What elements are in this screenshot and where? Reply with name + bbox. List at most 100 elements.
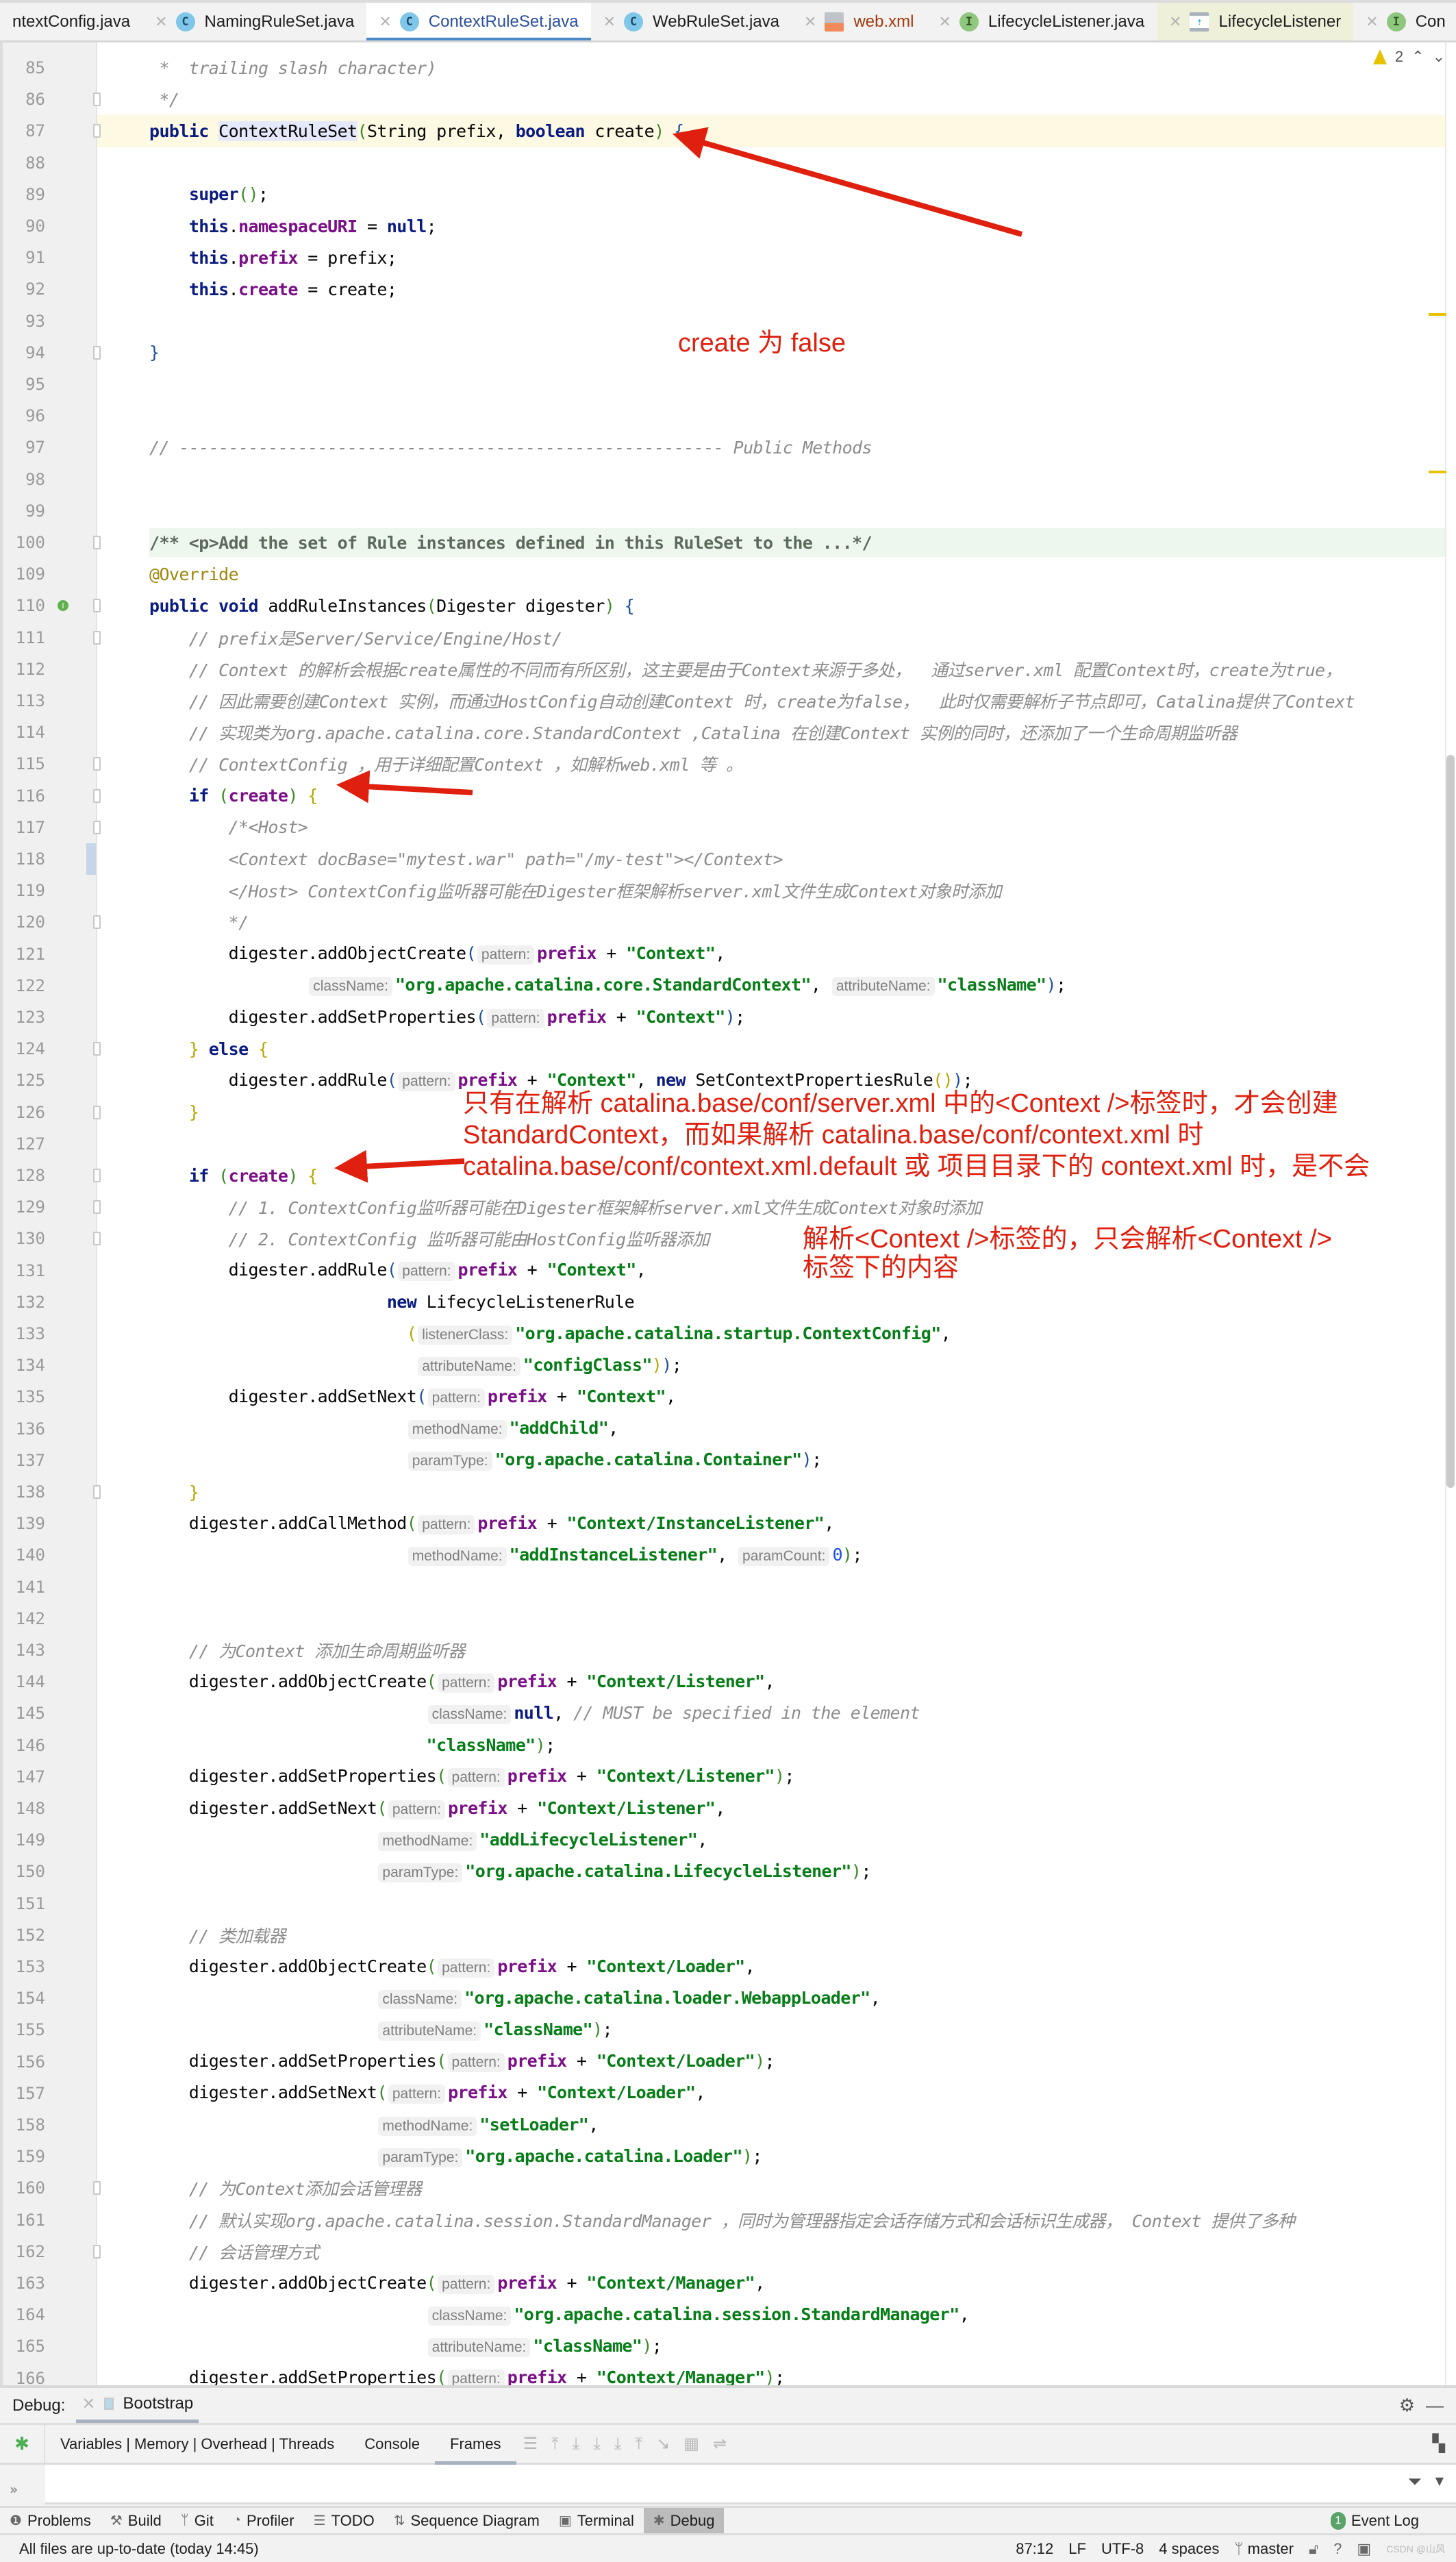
line-number[interactable]: 92 [0,279,45,299]
code-line[interactable]: 120 */ [16,906,1446,938]
line-number[interactable]: 115 [0,754,45,773]
debug-tab-console[interactable]: Console [349,2425,435,2463]
lock-icon[interactable]: 🔓︎ [1309,2540,1318,2558]
fold-marker-icon[interactable] [93,1169,101,1183]
code-line[interactable]: 129 // 1. ContextConfig监听器可能在Digester框架解… [16,1191,1446,1223]
inspection-widget[interactable]: 2 ⌃ ⌄ [1372,48,1445,66]
line-number[interactable]: 156 [0,2052,45,2072]
line-number[interactable]: 129 [0,1197,45,1217]
code-line[interactable]: 133 (listenerClass: "org.apache.catalina.… [16,1318,1446,1350]
fold-marker-icon[interactable] [93,757,101,771]
line-number[interactable]: 127 [0,1134,45,1154]
filter-dropdown-icon[interactable]: ▼ [1435,2474,1444,2487]
line-number[interactable]: 130 [0,1229,45,1248]
tab-lifecyclelistener[interactable]: ✕ ⇡ LifecycleListener [1157,3,1354,40]
code-line[interactable]: 134 attributeName: "configClass")); [16,1350,1446,1381]
code-line[interactable]: 146 "className"); [16,1730,1446,1761]
code-line[interactable]: 153 digester.addObjectCreate(pattern: pre… [16,1951,1446,1982]
code-line[interactable]: 100/** <p>Add the set of Rule instances … [16,527,1446,558]
tab-lifecyclelistener-java[interactable]: ✕ I LifecycleListener.java [926,3,1157,40]
line-number[interactable]: 162 [0,2242,45,2261]
fold-marker-icon[interactable] [93,345,101,360]
code-line[interactable]: 116 if (create) { [16,780,1446,812]
line-number[interactable]: 143 [0,1641,45,1660]
line-number[interactable]: 124 [0,1039,45,1058]
caret-position[interactable]: 87:12 [1016,2540,1053,2558]
line-number[interactable]: 120 [0,912,45,932]
line-number[interactable]: 87 [0,121,45,140]
line-number[interactable]: 125 [0,1071,45,1090]
code-line[interactable]: 85 * trailing slash character) [25,52,1446,84]
tab-ntextconfig-java[interactable]: ntextConfig.java [0,3,142,40]
line-number[interactable]: 160 [0,2178,45,2198]
code-line[interactable]: 118 <Context docBase="mytest.war" path="… [16,843,1446,875]
code-line[interactable]: 155 attributeName: "className"); [16,2014,1446,2045]
code-line[interactable]: 140 methodName: "addInstanceListener", pa… [16,1539,1446,1571]
terminal-icon[interactable]: ▣ [1357,2540,1371,2558]
debug-tab-variables-memory-overhead-threads[interactable]: Variables | Memory | Overhead | Threads [45,2425,349,2463]
code-line[interactable]: 112 // Context 的解析会根据create属性的不同而有所区别，这主… [16,654,1446,685]
line-number[interactable]: 111 [0,628,45,647]
tool-window-debug[interactable]: ✱ Debug [643,2508,725,2533]
code-line[interactable]: 137 paramType: "org.apache.catalina.Conta… [16,1445,1446,1476]
line-number[interactable]: 132 [0,1293,45,1312]
code-line[interactable]: 115 // ContextConfig ，用于详细配置Context ，如解析… [16,748,1446,780]
threads-menu-icon[interactable]: ☰ [523,2434,538,2454]
code-line[interactable]: 91 this.prefix = prefix; [25,242,1446,273]
code-line[interactable]: 154 className: "org.apache.catalina.loade… [16,1982,1446,2014]
code-line[interactable]: 162 // 会话管理方式 [16,2236,1446,2267]
git-branch-widget[interactable]: ᛘ master [1234,2540,1294,2558]
close-tab-icon[interactable]: ✕ [603,13,616,31]
code-line[interactable]: 135 digester.addSetNext(pattern: prefix +… [16,1381,1446,1413]
line-number[interactable]: 139 [0,1514,45,1533]
tool-window-todo[interactable]: ☰ TODO [304,2508,384,2533]
line-number[interactable]: 85 [0,58,45,77]
line-number[interactable]: 122 [0,976,45,995]
code-line[interactable]: 98 [25,464,1446,495]
line-number[interactable]: 165 [0,2337,45,2356]
vertical-scrollbar[interactable] [1446,755,1455,1488]
line-number[interactable]: 126 [0,1103,45,1122]
line-number[interactable]: 137 [0,1451,45,1470]
code-line[interactable]: 86 */ [25,84,1446,115]
line-number[interactable]: 99 [0,501,45,521]
line-number[interactable]: 97 [0,438,45,457]
tool-window-build[interactable]: ⚒ Build [101,2508,171,2533]
close-tab-icon[interactable]: ✕ [155,13,167,31]
code-line[interactable]: 149 methodName: "addLifecycleListener", [16,1824,1446,1856]
line-number[interactable]: 110 [0,596,45,615]
line-number[interactable]: 148 [0,1799,45,1818]
code-line[interactable]: 87 public ContextRuleSet(String prefix, b… [25,115,1446,147]
code-line[interactable]: 99 [25,495,1446,527]
filter-icon[interactable]: ⏷ [1407,2472,1422,2493]
fold-marker-icon[interactable] [93,536,101,550]
code-line[interactable]: 152 // 类加载器 [16,1919,1446,1951]
warning-stripe-marker[interactable] [1429,313,1446,316]
line-number[interactable]: 154 [0,1989,45,2008]
code-line[interactable]: 141 [16,1571,1446,1603]
gear-icon[interactable]: ⚙ [1399,2395,1415,2416]
line-number[interactable]: 161 [0,2211,45,2230]
code-line[interactable]: 95 [25,369,1446,400]
code-line[interactable]: 97// -----------------------------------… [25,432,1446,463]
code-line[interactable]: 144 digester.addObjectCreate(pattern: pre… [16,1666,1446,1697]
code-line[interactable]: 156 digester.addSetProperties(pattern: pr… [16,2046,1446,2078]
code-line[interactable]: 161 // 默认实现org.apache.catalina.session.S… [16,2204,1446,2236]
line-number[interactable]: 133 [0,1324,45,1343]
fold-marker-icon[interactable] [93,788,101,803]
line-number[interactable]: 140 [0,1545,45,1565]
close-tab-icon[interactable]: ✕ [379,13,391,31]
fold-marker-icon[interactable] [93,820,101,834]
line-number[interactable]: 116 [0,786,45,806]
inspection-profile-icon[interactable]: ? [1333,2540,1342,2558]
line-number[interactable]: 147 [0,1767,45,1787]
code-line[interactable]: 148 digester.addSetNext(pattern: prefix +… [16,1793,1446,1824]
tool-window-problems[interactable]: ❶ Problems [0,2508,101,2533]
line-number[interactable]: 86 [0,90,45,109]
code-line[interactable]: 150 paramType: "org.apache.catalina.Lifec… [16,1856,1446,1887]
close-tab-icon[interactable]: ✕ [804,13,816,31]
line-number[interactable]: 141 [0,1578,45,1597]
code-line[interactable]: 113 // 因此需要创建Context 实例，而通过HostConfig自动创… [16,685,1446,717]
line-number[interactable]: 138 [0,1482,45,1502]
code-line[interactable]: 124 } else { [16,1033,1446,1065]
